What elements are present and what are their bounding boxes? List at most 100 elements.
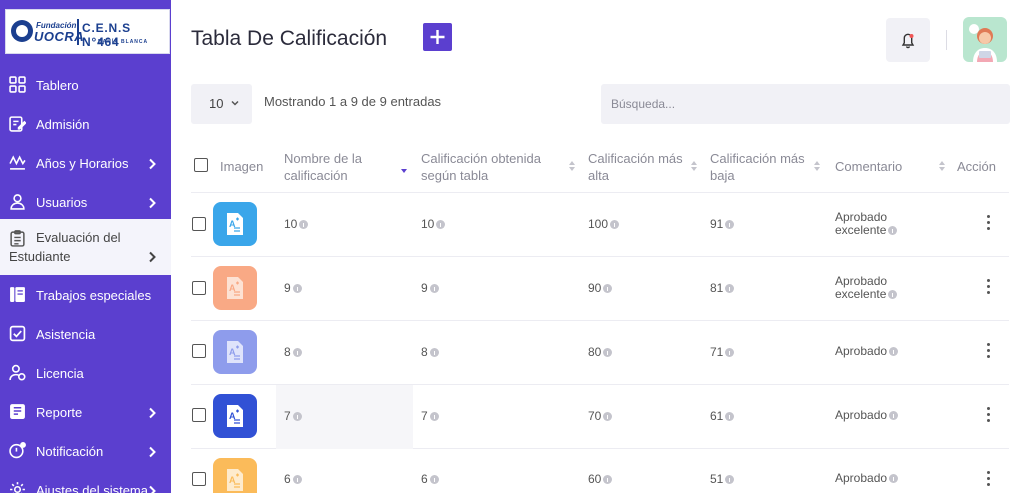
info-icon — [603, 284, 613, 293]
sidebar-item-evaluacion-estudiante[interactable]: Evaluación del Estudiante — [0, 219, 171, 275]
info-icon — [292, 284, 302, 293]
table-row: A 9 9 90 81 Aprobado excelente — [191, 257, 1009, 321]
grade-lowest: 51 — [710, 472, 724, 486]
user-avatar[interactable] — [963, 17, 1007, 62]
grade-comment: Aprobado — [835, 408, 888, 422]
sidebar-item-label: Usuarios — [36, 195, 88, 210]
page-length-select[interactable]: 10 — [191, 84, 252, 124]
sidebar-item-tablero[interactable]: Tablero — [0, 72, 171, 98]
grade-image: A — [213, 202, 257, 246]
grade-comment: Aprobado — [835, 344, 888, 358]
column-header-obtained[interactable]: Calificación obtenida según tabla — [421, 150, 541, 184]
row-checkbox[interactable] — [192, 472, 206, 486]
row-checkbox[interactable] — [192, 217, 206, 231]
table-row: A 7 7 70 61 Aprobado — [191, 385, 1009, 449]
chevron-right-icon — [149, 251, 156, 263]
settings-icon — [10, 482, 25, 493]
sort-icon[interactable] — [568, 159, 576, 173]
column-header-obtained-line2: según tabla — [421, 168, 489, 183]
info-icon — [299, 220, 309, 229]
grade-document-icon: A — [227, 405, 243, 427]
column-header-name-line2: calificación — [284, 168, 348, 183]
sidebar-item-label: Tablero — [36, 78, 79, 93]
sidebar-item-notificacion[interactable]: Notificación — [0, 438, 171, 464]
select-all-checkbox[interactable] — [194, 158, 208, 172]
edit-icon — [9, 116, 26, 132]
grade-image: A — [213, 330, 257, 374]
grade-comment: Aprobado — [835, 471, 888, 485]
row-actions-menu-icon[interactable] — [985, 471, 991, 491]
info-icon — [603, 475, 613, 484]
row-actions-menu-icon[interactable] — [985, 215, 991, 235]
header-divider — [946, 30, 947, 50]
sidebar-item-licencia[interactable]: Licencia — [0, 360, 171, 386]
sidebar-item-label: Licencia — [36, 366, 84, 381]
info-icon — [725, 220, 735, 229]
sidebar-item-ajustes-sistema[interactable]: Ajustes del sistema — [0, 477, 171, 493]
column-header-lowest[interactable]: Calificación más baja — [710, 150, 805, 184]
grade-obtained: 8 — [421, 345, 428, 359]
sort-icon[interactable] — [690, 159, 698, 173]
sidebar-item-admision[interactable]: Admisión — [0, 111, 171, 137]
grade-lowest: 71 — [710, 345, 724, 359]
row-actions-menu-icon[interactable] — [985, 407, 991, 427]
info-icon — [725, 475, 735, 484]
column-header-lowest-line1: Calificación más — [710, 151, 805, 166]
sidebar: Fundación UOCRA C.E.N.S N°464 BAHÍA BLAN… — [0, 0, 171, 493]
info-icon — [292, 475, 302, 484]
grade-comment: Aprobado — [835, 274, 888, 288]
column-header-highest[interactable]: Calificación más alta — [588, 150, 683, 184]
sort-icon[interactable] — [813, 159, 821, 173]
grade-highest: 60 — [588, 472, 602, 486]
sort-desc-icon[interactable] — [400, 164, 408, 178]
grade-document-icon: A — [227, 469, 243, 491]
chevron-right-icon — [149, 197, 156, 209]
column-header-comment[interactable]: Comentario — [835, 158, 902, 175]
grade-name: 8 — [284, 345, 291, 359]
info-icon — [889, 474, 899, 483]
search-input[interactable] — [601, 84, 1010, 124]
grade-lowest: 61 — [710, 409, 724, 423]
checkbox-icon — [9, 325, 26, 342]
sidebar-item-asistencia[interactable]: Asistencia — [0, 321, 171, 347]
chevron-right-icon — [149, 446, 156, 458]
logo-divider — [77, 19, 79, 45]
column-header-action: Acción — [957, 159, 997, 174]
sort-icon[interactable] — [938, 159, 946, 173]
row-checkbox[interactable] — [192, 281, 206, 295]
chevron-down-icon — [231, 100, 239, 106]
info-icon — [888, 290, 898, 299]
info-icon — [292, 412, 302, 421]
notification-icon — [9, 442, 26, 459]
column-header-image: Imagen — [220, 159, 264, 174]
sidebar-item-reporte[interactable]: Reporte — [0, 399, 171, 425]
info-icon — [610, 220, 620, 229]
info-icon — [888, 226, 898, 235]
book-icon — [10, 287, 25, 302]
row-checkbox[interactable] — [192, 408, 206, 422]
info-icon — [725, 348, 735, 357]
grade-document-icon: A — [227, 341, 243, 363]
row-actions-menu-icon[interactable] — [985, 343, 991, 363]
grade-obtained: 6 — [421, 472, 428, 486]
sidebar-item-usuarios[interactable]: Usuarios — [0, 189, 171, 215]
add-grade-button[interactable] — [423, 23, 452, 51]
column-header-name[interactable]: Nombre de la calificación — [284, 150, 362, 184]
sidebar-item-anos-horarios[interactable]: Años y Horarios — [0, 150, 171, 176]
uocra-logo-mark — [11, 20, 33, 42]
info-icon — [603, 348, 613, 357]
row-actions-menu-icon[interactable] — [985, 279, 991, 299]
column-header-highest-line2: alta — [588, 168, 609, 183]
grade-highest: 100 — [588, 217, 609, 231]
row-checkbox[interactable] — [192, 344, 206, 358]
grade-highest: 90 — [588, 281, 602, 295]
column-header-lowest-line2: baja — [710, 168, 735, 183]
table-row: A 10 10 100 91 Aprobado excelente — [191, 193, 1009, 257]
chevron-right-icon — [149, 407, 156, 419]
sidebar-item-trabajos-especiales[interactable]: Trabajos especiales — [0, 282, 171, 308]
grade-document-icon: A — [227, 277, 243, 299]
school-logo[interactable]: Fundación UOCRA C.E.N.S N°464 BAHÍA BLAN… — [5, 9, 170, 54]
notifications-button[interactable] — [886, 18, 930, 62]
sidebar-item-label: Evaluación del — [36, 230, 121, 245]
grade-comment-line2: excelente — [835, 287, 887, 301]
